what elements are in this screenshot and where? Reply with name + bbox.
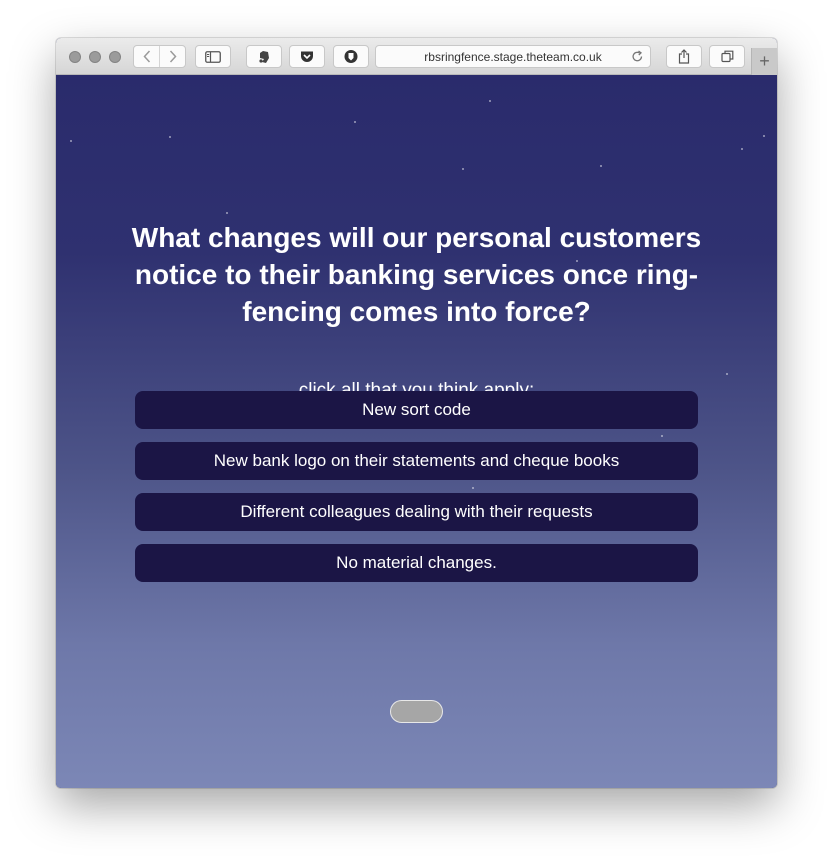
reload-icon: [632, 50, 643, 62]
answer-option-no-material-changes[interactable]: No material changes.: [135, 544, 698, 582]
star-decoration: [354, 121, 356, 123]
back-forward-group: [133, 45, 186, 68]
pocket-extension-button[interactable]: [289, 45, 325, 68]
shield-icon: [344, 50, 358, 63]
reload-button[interactable]: [631, 50, 644, 66]
address-bar[interactable]: rbsringfence.stage.theteam.co.uk: [375, 45, 651, 68]
show-tabs-button[interactable]: [709, 45, 745, 68]
new-tab-button[interactable]: +: [751, 48, 777, 75]
sidebar-button[interactable]: [195, 45, 231, 68]
star-decoration: [726, 373, 728, 375]
quiz-question: What changes will our personal customers…: [131, 222, 702, 327]
browser-toolbar: rbsringfence.stage.theteam.co.uk +: [56, 38, 777, 75]
star-decoration: [169, 136, 171, 138]
browser-window: rbsringfence.stage.theteam.co.uk + What …: [56, 38, 777, 788]
share-button[interactable]: [666, 45, 702, 68]
answer-option-label: New sort code: [362, 400, 471, 419]
star-decoration: [489, 100, 491, 102]
close-window-button[interactable]: [69, 51, 81, 63]
tabs-icon: [720, 50, 733, 63]
answer-option-label: Different colleagues dealing with their …: [240, 502, 593, 521]
answer-option-new-sort-code[interactable]: New sort code: [135, 391, 698, 429]
star-decoration: [472, 487, 474, 489]
star-decoration: [741, 148, 743, 150]
minimize-window-button[interactable]: [89, 51, 101, 63]
star-decoration: [763, 135, 765, 137]
pocket-icon: [301, 51, 313, 62]
star-decoration: [462, 168, 464, 170]
chevron-left-icon: [142, 50, 150, 63]
star-decoration: [600, 165, 602, 167]
back-button[interactable]: [134, 46, 159, 67]
answer-option-new-bank-logo[interactable]: New bank logo on their statements and ch…: [135, 442, 698, 480]
star-decoration: [70, 140, 72, 142]
zoom-window-button[interactable]: [109, 51, 121, 63]
chevron-right-icon: [169, 50, 177, 63]
answer-option-different-colleagues[interactable]: Different colleagues dealing with their …: [135, 493, 698, 531]
evernote-icon: [259, 50, 269, 63]
answer-option-label: No material changes.: [336, 553, 497, 572]
privacy-extension-button[interactable]: [333, 45, 369, 68]
page-content: What changes will our personal customers…: [56, 75, 777, 788]
star-decoration: [226, 212, 228, 214]
submit-button[interactable]: [390, 700, 443, 723]
plus-icon: +: [759, 51, 770, 71]
star-decoration: [661, 435, 663, 437]
share-icon: [678, 49, 690, 64]
forward-button[interactable]: [159, 46, 185, 67]
evernote-extension-button[interactable]: [246, 45, 282, 68]
url-text: rbsringfence.stage.theteam.co.uk: [424, 49, 602, 64]
answer-option-label: New bank logo on their statements and ch…: [213, 451, 620, 470]
sidebar-icon: [205, 50, 221, 63]
